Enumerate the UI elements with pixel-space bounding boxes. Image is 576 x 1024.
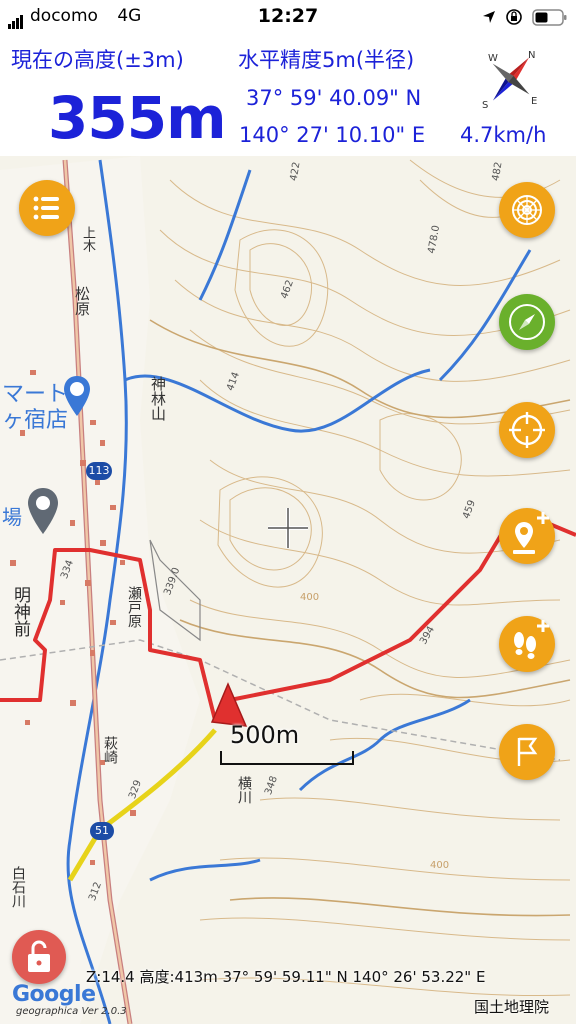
latitude-value: 37° 59' 40.09" N [246, 86, 422, 110]
svg-text:S: S [482, 100, 488, 111]
accuracy-label: 水平精度5m(半径) [238, 48, 415, 72]
svg-text:W: W [488, 53, 498, 64]
poi-label-ba: 場 [2, 505, 22, 529]
layers-button[interactable] [499, 182, 555, 238]
place-label-tsutsumi: 瀬戸原 [126, 586, 142, 628]
add-point-button[interactable] [499, 508, 555, 564]
elevation-label: 400 [430, 860, 450, 871]
add-track-button[interactable] [499, 616, 555, 672]
battery-icon [532, 9, 567, 26]
altitude-label: 現在の高度(±3m) [11, 48, 184, 72]
elevation-label: 400 [300, 592, 320, 603]
map-attribution: 国土地理院 [474, 998, 550, 1016]
place-label-hagisaki: 萩崎 [102, 736, 118, 764]
poi-label-shukuten: ヶ宿店 [2, 408, 69, 433]
road-shield-113: 113 [86, 462, 112, 480]
status-bar: docomo 4G 12:27 [0, 0, 576, 34]
longitude-value: 140° 27' 10.10" E [239, 123, 426, 147]
speed-value: 4.7km/h [460, 123, 547, 147]
locate-button[interactable] [499, 402, 555, 458]
road-shield-51: 51 [90, 822, 114, 840]
flag-icon [517, 737, 538, 766]
place-label-kakiyama: 上木 [80, 226, 95, 252]
place-label-myojin: 明神前 [10, 586, 30, 637]
svg-text:E: E [531, 96, 537, 107]
place-label-yokogawa: 横川 [236, 776, 252, 804]
rotation-lock-icon [506, 9, 522, 25]
scale-label: 500m [230, 721, 300, 749]
compass-icon [509, 304, 545, 340]
location-arrow-icon [483, 11, 495, 23]
place-label-shiroishi: 白石川 [10, 866, 26, 908]
target-icon [509, 412, 545, 448]
place-label-kamibayashi: 神林山 [149, 376, 167, 421]
footprints-plus-icon [514, 620, 549, 659]
altitude-value: 355m [48, 84, 227, 152]
topographic-map[interactable]: マート ヶ宿店 場 明神前 神林山 松原 上木 瀬戸原 萩崎 横川 白石川 46… [0, 156, 576, 1024]
lock-icon [28, 940, 50, 972]
menu-icon [33, 196, 59, 220]
google-logo: Google [12, 982, 96, 1007]
scale-bar: 500m [220, 721, 354, 769]
menu-button[interactable] [19, 180, 75, 236]
place-pin-icon[interactable] [26, 486, 60, 538]
swirl-icon [512, 195, 542, 225]
crosshair-icon [268, 508, 308, 548]
compass-rose-icon: W E N S [482, 50, 537, 111]
gps-hud: 現在の高度(±3m) 355m 水平精度5m(半径) 37° 59' 40.09… [0, 34, 576, 156]
map-center-info: Z:14.4 高度:413m 37° 59' 59.11" N 140° 26'… [86, 968, 486, 986]
svg-text:N: N [528, 50, 535, 61]
place-label-matsubara: 松原 [73, 286, 91, 316]
lock-button[interactable] [12, 930, 66, 984]
app-version: geographica Ver 2.0.3 [16, 1006, 127, 1017]
flag-button[interactable] [499, 724, 555, 780]
pin-plus-icon [513, 512, 549, 554]
compass-button[interactable] [499, 294, 555, 350]
shop-pin-icon[interactable] [62, 374, 92, 420]
